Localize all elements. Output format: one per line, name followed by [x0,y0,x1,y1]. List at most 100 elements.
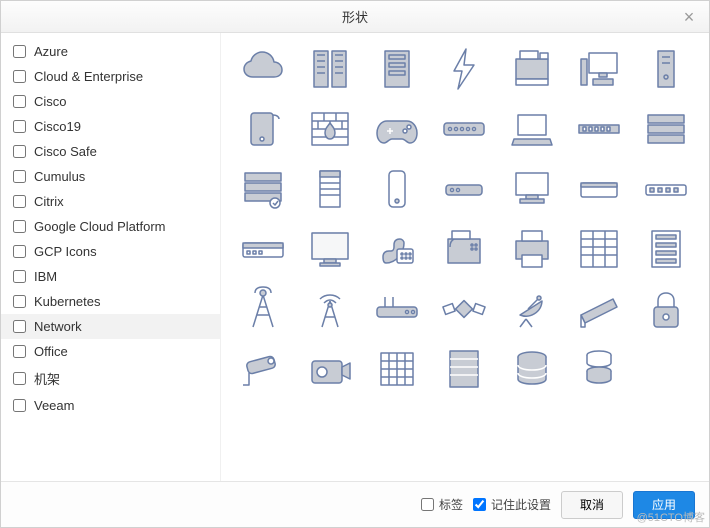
category-label: Cloud & Enterprise [34,69,143,84]
category-item[interactable]: Cisco19 [1,114,220,139]
satellite-icon[interactable] [436,283,492,335]
firewall-icon[interactable] [302,103,358,155]
category-item[interactable]: Kubernetes [1,289,220,314]
labels-checkbox-wrap[interactable]: 标签 [421,496,463,513]
category-item[interactable]: Cloud & Enterprise [1,64,220,89]
server-tall-icon[interactable] [638,223,694,275]
category-label: Kubernetes [34,294,101,309]
category-item[interactable]: Cumulus [1,164,220,189]
laptop-icon[interactable] [504,103,560,155]
signal-bolt-icon[interactable] [436,43,492,95]
cylinder-stack-icon[interactable] [571,343,627,395]
category-checkbox[interactable] [13,372,26,385]
category-checkbox[interactable] [13,195,26,208]
category-item[interactable]: Network [1,314,220,339]
remember-checkbox[interactable] [473,498,486,511]
phone-device-icon[interactable] [369,163,425,215]
satellite-dish-icon[interactable] [504,283,560,335]
fax-icon[interactable] [436,223,492,275]
tower-pc-icon[interactable] [638,43,694,95]
switch-long-icon[interactable] [638,163,694,215]
labels-checkbox-label: 标签 [439,496,463,513]
category-checkbox[interactable] [13,95,26,108]
category-item[interactable]: Google Cloud Platform [1,214,220,239]
telephone-icon[interactable] [369,223,425,275]
category-label: Veeam [34,398,74,413]
category-item[interactable]: GCP Icons [1,239,220,264]
external-drive-icon[interactable] [235,103,291,155]
category-checkbox[interactable] [13,295,26,308]
switch-device-icon[interactable] [235,223,291,275]
category-checkbox[interactable] [13,270,26,283]
copier-icon[interactable] [504,43,560,95]
cancel-button[interactable]: 取消 [561,491,623,519]
category-label: 机架 [34,369,60,388]
radio-tower-icon[interactable] [235,283,291,335]
apply-button[interactable]: 应用 [633,491,695,519]
rack-cabinet-icon[interactable] [302,163,358,215]
router-icon[interactable] [369,283,425,335]
security-camera-icon[interactable] [235,343,291,395]
labels-checkbox[interactable] [421,498,434,511]
category-checkbox[interactable] [13,245,26,258]
building-icon[interactable] [302,43,358,95]
category-sidebar[interactable]: Azure Cloud & Enterprise Cisco Cisco19 Cisco… [1,33,221,481]
dialog-footer: 标签 记住此设置 取消 应用 [1,481,709,527]
rack-array-icon[interactable] [571,223,627,275]
close-button[interactable]: × [679,7,699,27]
switch-bar-icon[interactable] [436,103,492,155]
database-icon[interactable] [504,343,560,395]
category-checkbox[interactable] [13,120,26,133]
category-label: Office [34,344,68,359]
dialog-title: 形状 [342,7,368,26]
disk-array-icon[interactable] [369,343,425,395]
server-unit-icon[interactable] [369,43,425,95]
category-item[interactable]: Cisco Safe [1,139,220,164]
category-label: Google Cloud Platform [34,219,166,234]
category-label: Citrix [34,194,64,209]
shape-grid[interactable] [221,33,709,481]
category-label: IBM [34,269,57,284]
category-label: Cisco [34,94,67,109]
camera-icon[interactable] [302,343,358,395]
gamepad-icon[interactable] [369,103,425,155]
padlock-icon[interactable] [638,283,694,335]
category-item[interactable]: Office [1,339,220,364]
category-label: Cumulus [34,169,85,184]
category-item[interactable]: Veeam [1,393,220,418]
dialog-body: Azure Cloud & Enterprise Cisco Cisco19 Cisco… [1,33,709,481]
category-item[interactable]: Citrix [1,189,220,214]
remember-checkbox-wrap[interactable]: 记住此设置 [473,496,551,513]
pc-monitor-icon[interactable] [571,43,627,95]
patch-panel-icon[interactable] [571,103,627,155]
category-item[interactable]: IBM [1,264,220,289]
category-item[interactable]: Azure [1,39,220,64]
category-label: Cisco19 [34,119,81,134]
category-item[interactable]: 机架 [1,364,220,393]
blank-icon[interactable] [638,343,694,395]
category-label: Azure [34,44,68,59]
category-label: GCP Icons [34,244,97,259]
rack-server-icon[interactable] [638,103,694,155]
category-checkbox[interactable] [13,145,26,158]
category-item[interactable]: Cisco [1,89,220,114]
category-checkbox[interactable] [13,345,26,358]
cloud-icon[interactable] [235,43,291,95]
wifi-tower-icon[interactable] [302,283,358,335]
scanner-icon[interactable] [571,283,627,335]
monitor-icon[interactable] [302,223,358,275]
appliance-icon[interactable] [571,163,627,215]
category-checkbox[interactable] [13,320,26,333]
category-checkbox[interactable] [13,399,26,412]
category-label: Network [34,319,82,334]
category-checkbox[interactable] [13,220,26,233]
server-stack-icon[interactable] [235,163,291,215]
storage-rack-icon[interactable] [436,343,492,395]
modem-icon[interactable] [436,163,492,215]
printer-icon[interactable] [504,223,560,275]
category-checkbox[interactable] [13,170,26,183]
title-bar: 形状 × [1,1,709,33]
category-checkbox[interactable] [13,70,26,83]
desktop-icon[interactable] [504,163,560,215]
category-checkbox[interactable] [13,45,26,58]
